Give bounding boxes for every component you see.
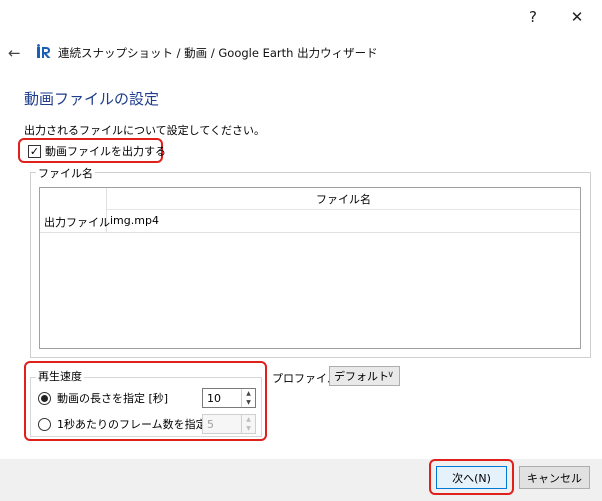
radio-selected-icon	[38, 391, 51, 405]
page-description: 出力されるファイルについて設定してください。	[24, 124, 266, 137]
profile-select[interactable]: デフォルト ∨	[329, 366, 400, 386]
length-radio-option[interactable]: 動画の長さを指定 [秒]	[38, 390, 168, 406]
spin-up-icon: ▲	[246, 415, 251, 423]
row-divider	[40, 232, 580, 233]
fps-spinbox: 5 ▲ ▼	[202, 414, 256, 434]
help-icon: ?	[529, 8, 537, 26]
back-arrow-icon: ←	[8, 44, 21, 62]
length-spin-buttons[interactable]: ▲ ▼	[241, 389, 255, 407]
output-video-checkbox[interactable]: ✓ 動画ファイルを出力する	[28, 143, 166, 159]
back-button[interactable]: ←	[8, 44, 21, 62]
breadcrumb: 連続スナップショット / 動画 / Google Earth 出力ウィザード	[58, 46, 378, 60]
page-title: 動画ファイルの設定	[24, 90, 160, 108]
playback-group-title: 再生速度	[36, 368, 84, 384]
cancel-button[interactable]: キャンセル	[519, 466, 590, 489]
spin-down-icon: ▼	[246, 424, 251, 432]
output-file-value[interactable]: img.mp4	[110, 214, 159, 227]
length-option-label: 動画の長さを指定 [秒]	[57, 392, 169, 405]
close-icon: ✕	[570, 8, 584, 26]
close-button[interactable]: ✕	[562, 4, 592, 30]
filename-group-title: ファイル名	[36, 165, 95, 181]
spin-up-icon[interactable]: ▲	[242, 389, 255, 398]
length-spinbox[interactable]: 10 ▲ ▼	[202, 388, 256, 408]
output-video-label: 動画ファイルを出力する	[45, 145, 166, 158]
fps-radio-option[interactable]: 1秒あたりのフレーム数を指定	[38, 416, 207, 432]
next-button[interactable]: 次へ(N)	[436, 466, 507, 489]
fps-option-label: 1秒あたりのフレーム数を指定	[57, 418, 207, 431]
profile-selected-value: デフォルト	[334, 370, 389, 383]
spin-down-icon[interactable]: ▼	[242, 398, 255, 407]
app-logo-icon	[37, 44, 51, 58]
length-value: 10	[207, 392, 221, 405]
column-header-filename: ファイル名	[106, 188, 580, 210]
fps-spin-buttons: ▲ ▼	[241, 415, 255, 433]
chevron-down-icon: ∨	[387, 370, 394, 380]
radio-unselected-icon	[38, 417, 51, 431]
fps-value: 5	[207, 418, 214, 431]
output-file-row-label: 出力ファイル	[44, 216, 110, 229]
checkbox-checked-icon: ✓	[28, 144, 41, 158]
help-button[interactable]: ?	[518, 4, 548, 30]
filename-table: ファイル名 出力ファイル img.mp4	[39, 187, 581, 349]
